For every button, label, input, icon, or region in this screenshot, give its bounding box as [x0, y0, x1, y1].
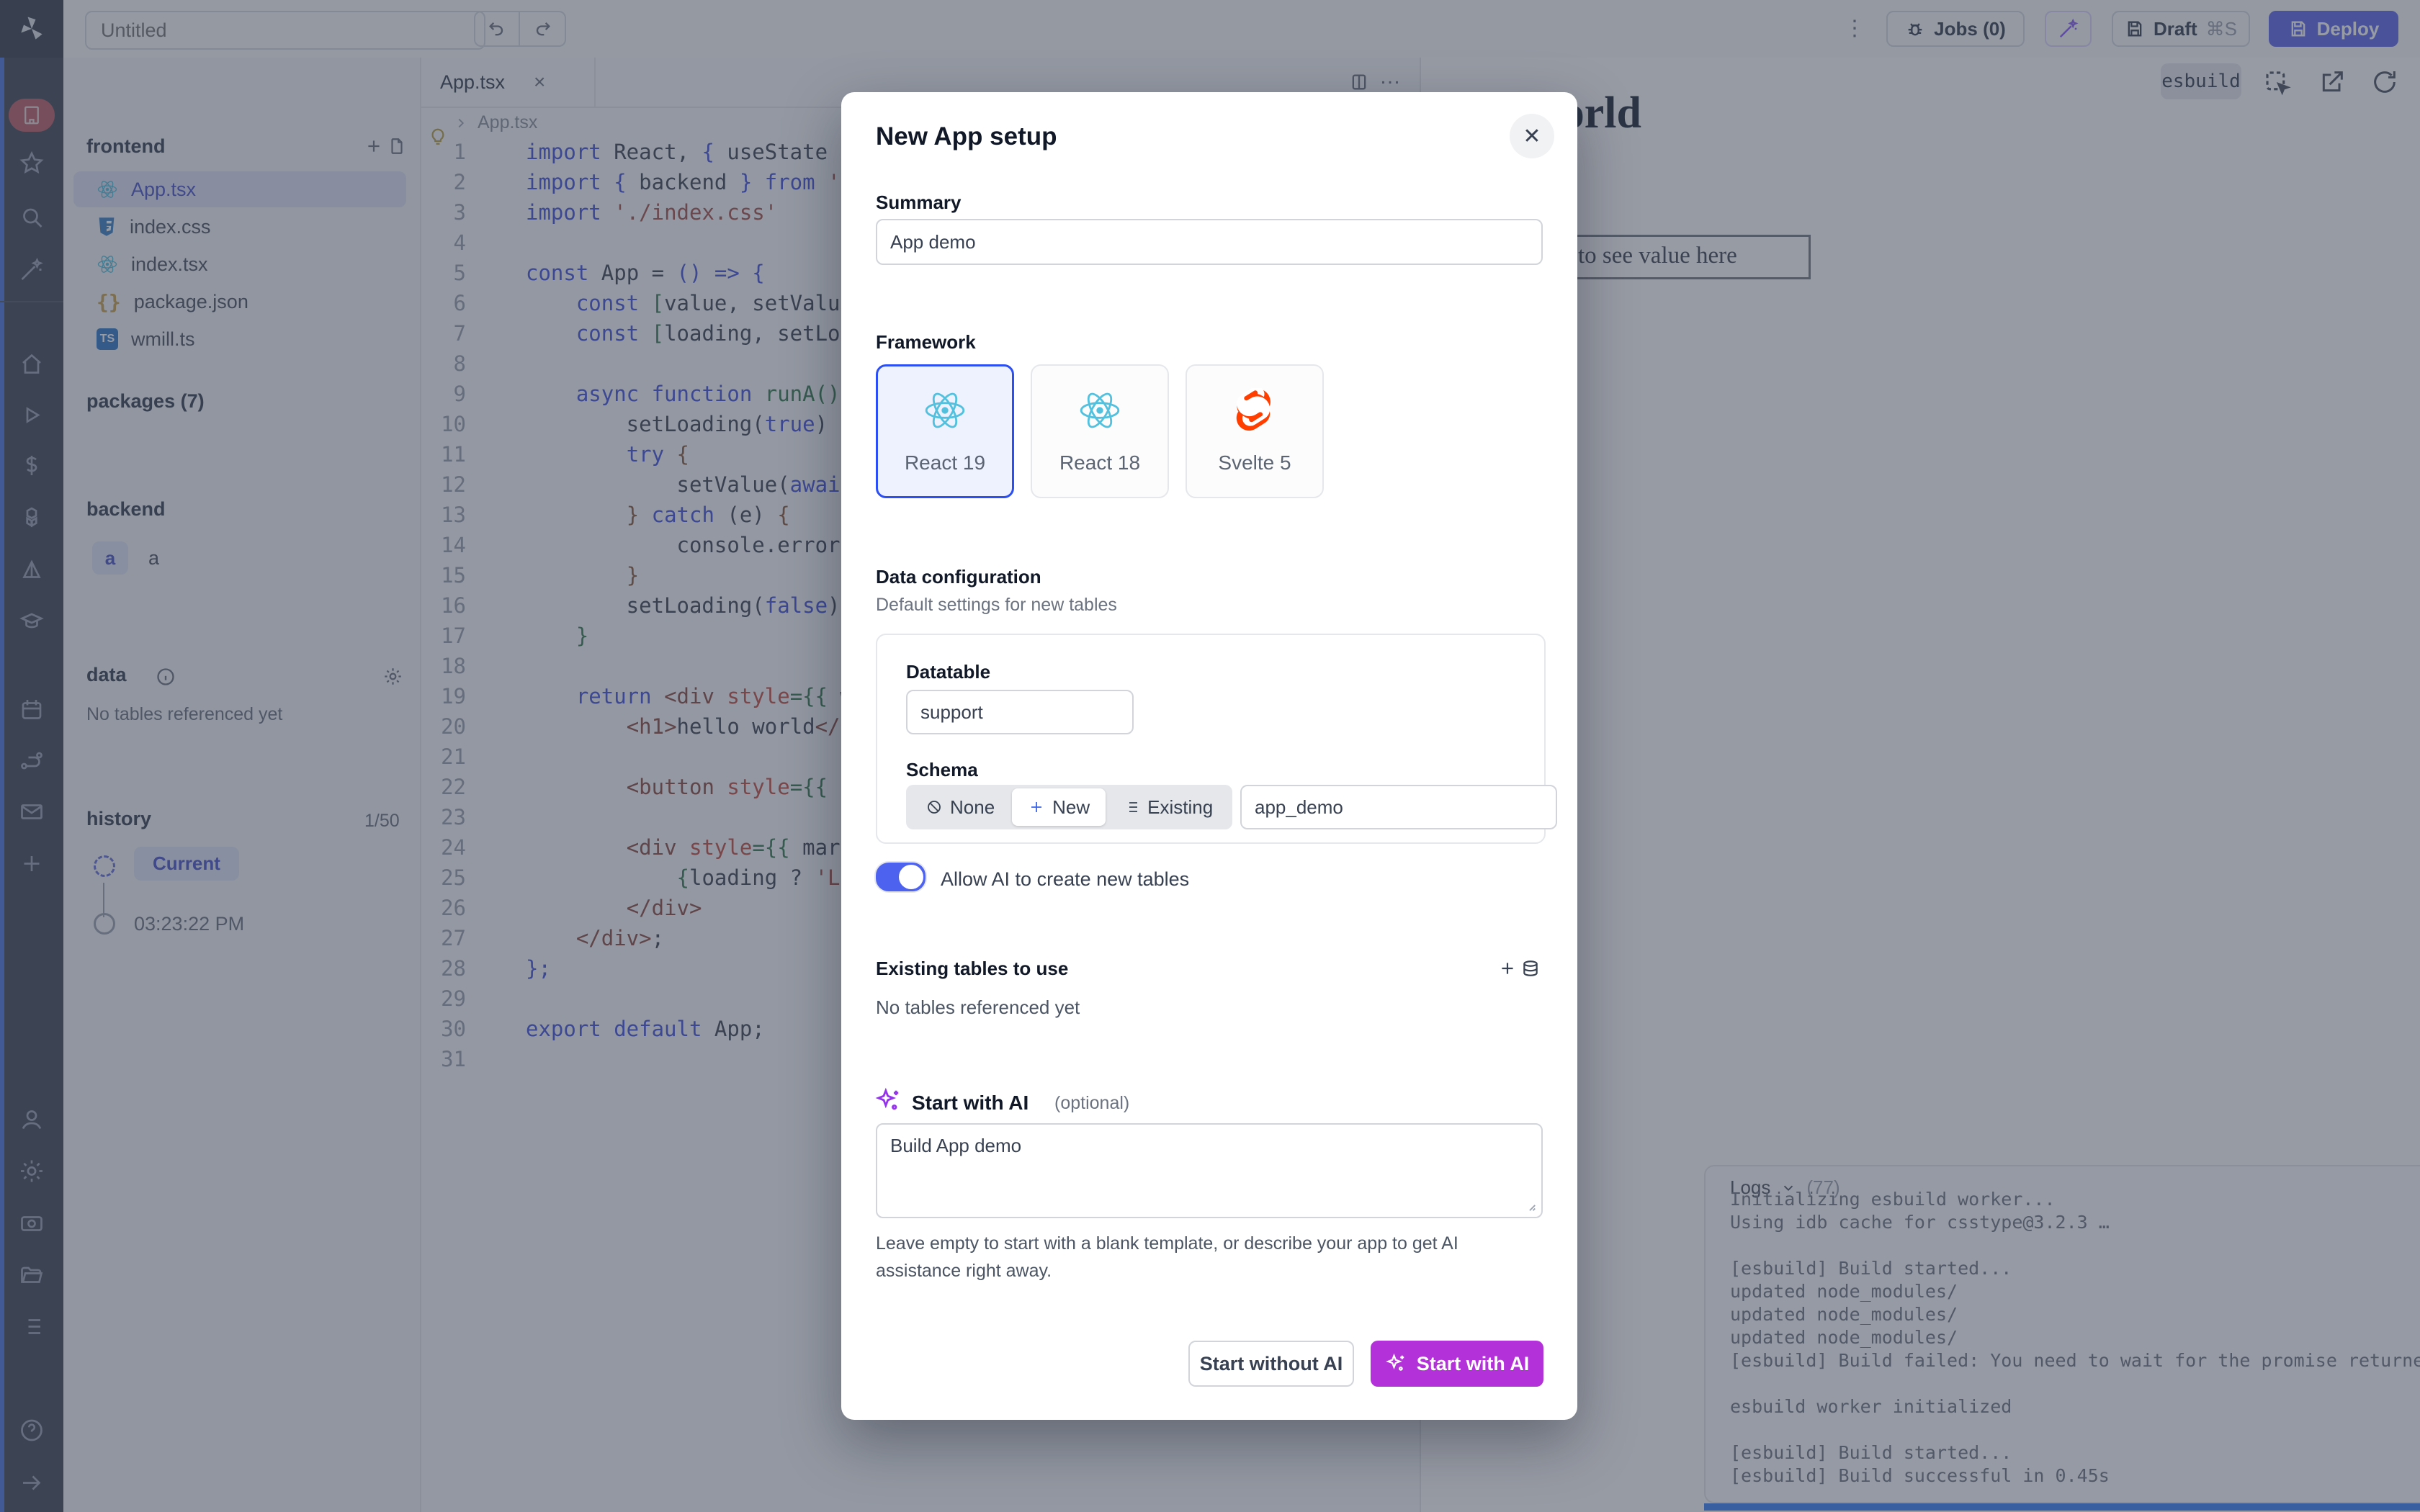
schema-option-none[interactable]: None — [910, 788, 1010, 826]
ban-icon — [926, 798, 943, 816]
toggle-knob — [899, 865, 923, 889]
start-without-ai-label: Start without AI — [1200, 1353, 1343, 1375]
framework-card-react-18[interactable]: React 18 — [1031, 364, 1169, 498]
framework-label: Svelte 5 — [1218, 451, 1291, 474]
schema-option-label: None — [950, 796, 995, 819]
summary-input[interactable] — [876, 219, 1543, 265]
schema-name-input[interactable] — [1240, 785, 1557, 829]
framework-card-svelte-5[interactable]: Svelte 5 — [1186, 364, 1324, 498]
add-existing-table-button[interactable] — [1498, 959, 1540, 978]
framework-label: React 19 — [905, 451, 985, 474]
framework-label: React 18 — [1059, 451, 1140, 474]
svelte-icon — [1234, 388, 1276, 433]
react-icon — [1077, 388, 1122, 433]
existing-tables-empty: No tables referenced yet — [876, 996, 1080, 1019]
start-with-ai-label: Start with AI — [1417, 1353, 1530, 1375]
schema-label: Schema — [906, 759, 978, 781]
schema-segmented-control: None New Existing — [906, 785, 1232, 829]
framework-label: Framework — [876, 331, 976, 354]
seglist-icon — [1123, 798, 1140, 816]
sparkles-icon — [1385, 1353, 1407, 1374]
plus-icon — [1498, 959, 1517, 978]
schema-option-existing[interactable]: Existing — [1107, 788, 1229, 826]
react-icon — [923, 388, 967, 433]
schema-option-label: New — [1052, 796, 1090, 819]
datatable-input[interactable] — [906, 690, 1134, 734]
ai-help-text: Leave empty to start with a blank templa… — [876, 1230, 1524, 1284]
ai-prompt-textarea[interactable] — [876, 1123, 1543, 1218]
framework-card-react-19[interactable]: React 19 — [876, 364, 1014, 498]
existing-tables-title: Existing tables to use — [876, 958, 1068, 980]
resize-handle-icon[interactable] — [1521, 1197, 1537, 1212]
data-config-subtitle: Default settings for new tables — [876, 595, 1117, 616]
app-window: ⋮ Jobs (0) Draft ⌘S Deploy frontend — [0, 0, 2420, 1512]
summary-label: Summary — [876, 192, 962, 214]
start-with-ai-optional: (optional) — [1054, 1093, 1129, 1114]
schema-option-new[interactable]: New — [1012, 788, 1106, 826]
new-app-setup-modal: New App setup ✕ Summary Framework React … — [841, 92, 1577, 1420]
start-with-ai-title: Start with AI — [912, 1092, 1028, 1115]
schema-option-label: Existing — [1147, 796, 1213, 819]
sparkles-icon — [874, 1087, 902, 1115]
data-config-card: Datatable Schema None New Existing — [876, 634, 1546, 844]
modal-close-button[interactable]: ✕ — [1510, 114, 1554, 158]
start-without-ai-button[interactable]: Start without AI — [1188, 1341, 1354, 1387]
modal-title: New App setup — [876, 122, 1057, 151]
database-icon — [1521, 959, 1540, 978]
allow-ai-toggle-label: Allow AI to create new tables — [941, 868, 1189, 891]
start-with-ai-button[interactable]: Start with AI — [1371, 1341, 1543, 1387]
data-config-title: Data configuration — [876, 566, 1041, 588]
datatable-label: Datatable — [906, 661, 990, 683]
plus-icon — [1028, 798, 1045, 816]
allow-ai-toggle[interactable] — [874, 861, 927, 893]
